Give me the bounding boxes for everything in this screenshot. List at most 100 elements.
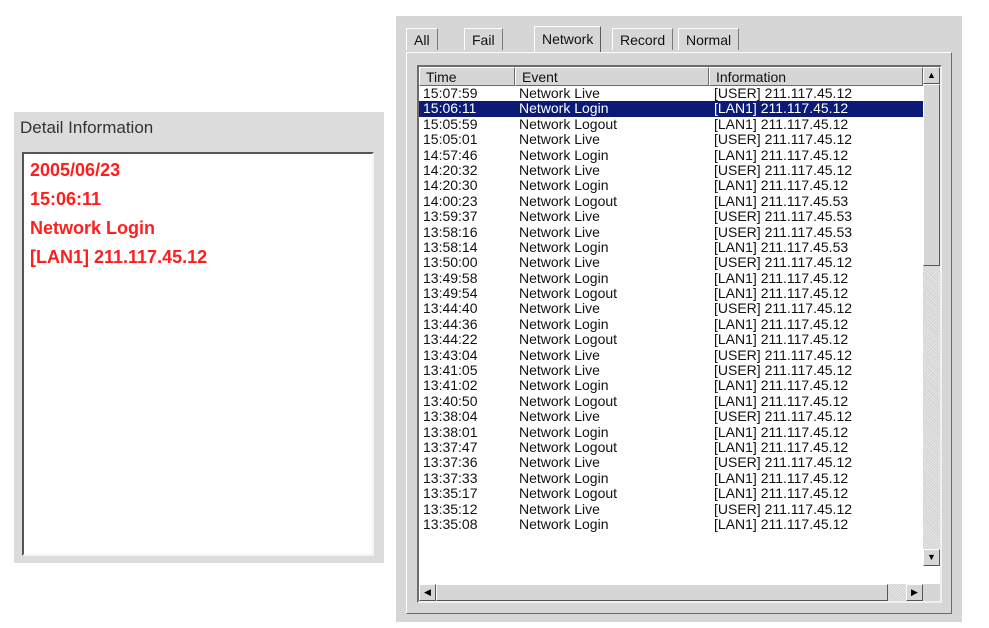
table-row[interactable]: 13:41:05 Network Live [USER] 211.117.45.12 bbox=[419, 362, 923, 379]
scrollbar-corner bbox=[923, 584, 940, 601]
event-list[interactable]: Time Event Information 15:07:59 Network L… bbox=[417, 65, 942, 603]
row-event: Network Logout bbox=[519, 192, 618, 209]
list-header: Time Event Information bbox=[419, 67, 923, 86]
table-row[interactable]: 14:57:46 Network Login [LAN1] 211.117.45.1… bbox=[419, 146, 923, 163]
table-row[interactable]: 13:41:02 Network Login [LAN1] 211.117.45.1… bbox=[419, 377, 923, 394]
row-information: [LAN1] 211.117.45.12 bbox=[714, 469, 849, 486]
tab-record[interactable]: Record bbox=[612, 28, 674, 50]
table-row[interactable]: 13:37:36 Network Live [USER] 211.117.45.12 bbox=[419, 454, 923, 471]
row-time: 15:06:11 bbox=[423, 100, 477, 117]
row-event: Network Logout bbox=[519, 438, 618, 455]
detail-info: [LAN1] 211.117.45.12 bbox=[30, 247, 208, 267]
table-row[interactable]: 13:35:17 Network Logout [LAN1] 211.117.45.… bbox=[419, 485, 923, 502]
row-information: [LAN1] 211.117.45.12 bbox=[714, 146, 849, 163]
table-row[interactable]: 13:43:04 Network Live [USER] 211.117.45.12 bbox=[419, 346, 923, 363]
row-time: 15:05:59 bbox=[423, 115, 478, 132]
row-time: 13:44:22 bbox=[423, 331, 478, 348]
table-row[interactable]: 13:49:58 Network Login [LAN1] 211.117.45.1… bbox=[419, 269, 923, 286]
row-event: Network Live bbox=[519, 346, 600, 363]
table-row[interactable]: 15:07:59 Network Live [USER] 211.117.45.12 bbox=[419, 86, 923, 101]
row-time: 13:58:14 bbox=[423, 238, 478, 255]
row-time: 13:35:17 bbox=[423, 485, 478, 502]
scroll-right-arrow-icon[interactable]: ▶ bbox=[906, 584, 923, 601]
row-information: [USER] 211.117.45.12 bbox=[714, 346, 853, 363]
row-information: [USER] 211.117.45.12 bbox=[714, 131, 853, 148]
row-information: [USER] 211.117.45.12 bbox=[714, 454, 853, 471]
row-information: [LAN1] 211.117.45.12 bbox=[714, 115, 849, 132]
row-information: [LAN1] 211.117.45.12 bbox=[714, 515, 849, 532]
row-information: [LAN1] 211.117.45.12 bbox=[714, 100, 849, 117]
tab-fail[interactable]: Fail bbox=[464, 28, 503, 50]
table-row[interactable]: 13:59:37 Network Live [USER] 211.117.45.53 bbox=[419, 208, 923, 225]
row-information: [USER] 211.117.45.12 bbox=[714, 161, 853, 178]
table-row[interactable]: 14:00:23 Network Logout [LAN1] 211.117.45.… bbox=[419, 192, 923, 209]
tab-content: Time Event Information 15:07:59 Network L… bbox=[406, 52, 952, 614]
row-time: 14:20:30 bbox=[423, 177, 478, 194]
row-time: 13:41:05 bbox=[423, 362, 478, 379]
table-row[interactable]: 13:44:40 Network Live [USER] 211.117.45.12 bbox=[419, 300, 923, 317]
row-event: Network Live bbox=[519, 86, 600, 101]
vertical-scroll-thumb[interactable] bbox=[923, 84, 940, 266]
table-row[interactable]: 13:40:50 Network Logout [LAN1] 211.117.45.… bbox=[419, 393, 923, 409]
table-row[interactable]: 13:58:14 Network Login [LAN1] 211.117.45.5… bbox=[419, 238, 923, 255]
detail-time: 15:06:11 bbox=[30, 189, 102, 209]
row-event: Network Login bbox=[519, 423, 609, 440]
table-row[interactable]: 13:37:47 Network Logout [LAN1] 211.117.45.… bbox=[419, 438, 923, 455]
table-row[interactable]: 13:49:54 Network Logout [LAN1] 211.117.45.… bbox=[419, 285, 923, 302]
tab-network[interactable]: Network bbox=[534, 26, 602, 52]
row-event: Network Logout bbox=[519, 285, 618, 302]
tab-all[interactable]: All bbox=[406, 28, 438, 50]
row-event: Network Login bbox=[519, 515, 609, 532]
row-event: Network Login bbox=[519, 146, 609, 163]
row-event: Network Login bbox=[519, 100, 609, 117]
scroll-up-arrow-icon[interactable]: ▲ bbox=[923, 67, 940, 84]
scroll-left-arrow-icon[interactable]: ◀ bbox=[419, 584, 436, 601]
row-information: [USER] 211.117.45.53 bbox=[714, 223, 853, 240]
row-event: Network Logout bbox=[519, 331, 618, 348]
table-row[interactable]: 15:05:01 Network Live [USER] 211.117.45.12 bbox=[419, 131, 923, 148]
row-time: 13:43:04 bbox=[423, 346, 478, 363]
row-event: Network Live bbox=[519, 161, 600, 178]
table-row[interactable]: 13:44:36 Network Login [LAN1] 211.117.45.1… bbox=[419, 315, 923, 332]
row-information: [LAN1] 211.117.45.12 bbox=[714, 423, 849, 440]
row-time: 13:50:00 bbox=[423, 254, 478, 271]
table-row[interactable]: 15:05:59 Network Logout [LAN1] 211.117.45.… bbox=[419, 115, 923, 132]
row-event: Network Login bbox=[519, 238, 609, 255]
row-information: [LAN1] 211.117.45.53 bbox=[714, 192, 849, 209]
table-row[interactable]: 13:35:12 Network Live [USER] 211.117.45.12 bbox=[419, 501, 923, 517]
horizontal-scroll-thumb[interactable] bbox=[436, 584, 888, 601]
horizontal-scrollbar[interactable]: ◀ ▶ bbox=[419, 584, 923, 601]
row-information: [USER] 211.117.45.12 bbox=[714, 300, 853, 317]
table-row[interactable]: 13:50:00 Network Live [USER] 211.117.45.12 bbox=[419, 254, 923, 271]
row-information: [LAN1] 211.117.45.12 bbox=[714, 315, 849, 332]
column-information[interactable]: Information bbox=[709, 67, 923, 86]
table-row[interactable]: 14:20:30 Network Login [LAN1] 211.117.45.1… bbox=[419, 177, 923, 194]
row-information: [USER] 211.117.45.12 bbox=[714, 362, 853, 379]
row-event: Network Live bbox=[519, 131, 600, 148]
row-information: [LAN1] 211.117.45.12 bbox=[714, 269, 849, 286]
table-row[interactable]: 13:44:22 Network Logout [LAN1] 211.117.45.… bbox=[419, 331, 923, 348]
scroll-down-arrow-icon[interactable]: ▼ bbox=[923, 549, 940, 566]
row-event: Network Login bbox=[519, 269, 609, 286]
row-event: Network Live bbox=[519, 254, 600, 271]
table-row[interactable]: 13:38:04 Network Live [USER] 211.117.45.12 bbox=[419, 408, 923, 424]
row-time: 14:57:46 bbox=[423, 146, 478, 163]
table-row[interactable]: 15:06:11 Network Login [LAN1] 211.117.45.1… bbox=[419, 100, 923, 117]
row-event: Network Live bbox=[519, 223, 600, 240]
tab-normal[interactable]: Normal bbox=[678, 28, 740, 50]
table-row[interactable]: 13:37:33 Network Login [LAN1] 211.117.45.1… bbox=[419, 469, 923, 486]
table-row[interactable]: 13:58:16 Network Live [USER] 211.117.45.53 bbox=[419, 223, 923, 240]
row-information: [LAN1] 211.117.45.12 bbox=[714, 377, 849, 394]
row-event: Network Live bbox=[519, 300, 600, 317]
row-information: [USER] 211.117.45.12 bbox=[714, 86, 853, 101]
column-time[interactable]: Time bbox=[419, 67, 515, 86]
row-time: 13:41:02 bbox=[423, 377, 478, 394]
table-row[interactable]: 13:38:01 Network Login [LAN1] 211.117.45.1… bbox=[419, 423, 923, 440]
column-event[interactable]: Event bbox=[515, 67, 709, 86]
row-information: [USER] 211.117.45.53 bbox=[714, 208, 853, 225]
vertical-scrollbar[interactable]: ▲ ▼ bbox=[923, 67, 940, 566]
row-information: [LAN1] 211.117.45.12 bbox=[714, 438, 849, 455]
table-row[interactable]: 13:35:08 Network Login [LAN1] 211.117.45.1… bbox=[419, 515, 923, 532]
row-event: Network Login bbox=[519, 315, 609, 332]
table-row[interactable]: 14:20:32 Network Live [USER] 211.117.45.12 bbox=[419, 161, 923, 178]
